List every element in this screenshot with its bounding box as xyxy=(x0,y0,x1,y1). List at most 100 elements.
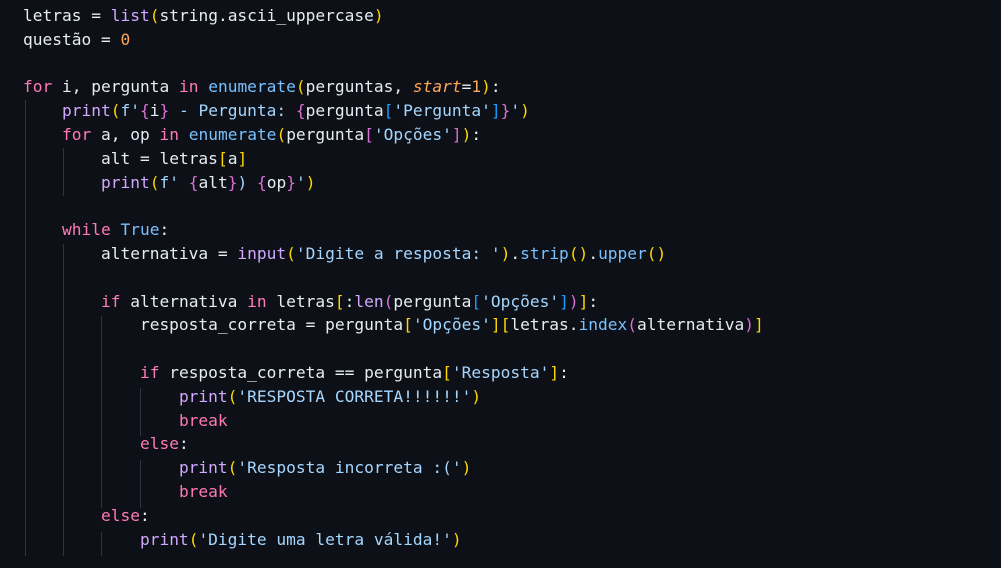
code-line[interactable]: while True: xyxy=(23,218,169,242)
code-line[interactable]: for i, pergunta in enumerate(perguntas, … xyxy=(23,75,501,99)
code-token: print xyxy=(139,529,189,549)
code-line[interactable]: resposta_correta = pergunta['Opções'][le… xyxy=(23,313,764,337)
code-token: ) xyxy=(500,244,511,263)
code-line[interactable]: questão = 0 xyxy=(23,28,130,52)
code-token: for xyxy=(23,77,53,97)
code-token: 'Resposta incorreta :(' xyxy=(237,458,462,478)
code-line[interactable]: alt = letras[a] xyxy=(23,147,247,171)
code-token: { xyxy=(188,172,199,192)
code-token: pergunta xyxy=(393,291,472,311)
code-line[interactable]: else: xyxy=(23,432,189,456)
code-token: ] xyxy=(754,315,764,335)
code-token: alternativa xyxy=(637,315,745,335)
code-line[interactable]: print(f'{i} - Pergunta: {pergunta['Pergu… xyxy=(23,99,530,123)
code-token: = xyxy=(305,315,326,335)
code-token: = xyxy=(91,6,111,25)
code-token: alt xyxy=(23,148,140,168)
code-token: string.ascii_uppercase xyxy=(159,6,374,25)
code-token: break xyxy=(178,410,228,430)
code-token: ] xyxy=(451,125,462,144)
code-token: enumerate xyxy=(188,125,277,144)
code-line[interactable]: else: xyxy=(23,504,150,528)
code-token: 'RESPOSTA CORRETA!!!!!!' xyxy=(237,386,472,406)
code-token: ) xyxy=(461,458,472,478)
code-token: : xyxy=(344,291,355,311)
code-token: () xyxy=(646,244,667,263)
code-token: ) xyxy=(461,125,472,144)
code-token: questão xyxy=(23,29,101,49)
code-token: 1 xyxy=(471,77,482,97)
code-token: alternativa xyxy=(120,291,248,311)
code-token: for xyxy=(61,125,92,144)
code-token: print xyxy=(100,172,150,192)
code-line[interactable]: print(f' {alt}) {op}') xyxy=(23,171,315,195)
code-token: len xyxy=(354,291,384,311)
code-token: ' xyxy=(295,172,306,192)
code-token: ( xyxy=(383,291,394,311)
code-line[interactable]: alternativa = input('Digite a resposta: … xyxy=(23,242,666,266)
code-token: = xyxy=(100,29,121,49)
code-token: ) xyxy=(237,172,257,192)
code-token: . xyxy=(588,244,599,263)
code-token: [ xyxy=(500,315,511,335)
code-token: : xyxy=(471,125,482,144)
code-line[interactable]: if resposta_correta == pergunta['Respost… xyxy=(23,361,569,385)
code-line[interactable]: letras = list(string.ascii_uppercase) xyxy=(23,4,384,28)
code-token: : xyxy=(159,220,170,240)
code-token: alternativa xyxy=(23,244,218,263)
code-line[interactable]: for a, op in enumerate(pergunta['Opções'… xyxy=(23,123,481,147)
code-token: } xyxy=(159,101,170,121)
code-token: ( xyxy=(286,244,296,263)
code-token: if xyxy=(139,363,160,382)
code-token: else xyxy=(139,434,179,454)
code-token: pergunta xyxy=(325,315,404,335)
code-token: ] xyxy=(490,101,501,121)
code-token: letras xyxy=(159,148,218,168)
code-token: perguntas, xyxy=(305,77,413,97)
code-line[interactable]: print('RESPOSTA CORRETA!!!!!!') xyxy=(23,385,481,409)
code-token: ] xyxy=(559,291,569,311)
code-token: ( xyxy=(110,101,121,121)
code-token: upper xyxy=(598,244,647,263)
code-line[interactable]: break xyxy=(23,480,228,504)
code-token: 'Opções' xyxy=(481,291,560,311)
code-token: ( xyxy=(227,458,238,478)
code-token: ) xyxy=(568,291,579,311)
code-token: f' xyxy=(159,172,189,192)
code-token: [ xyxy=(471,291,482,311)
code-line[interactable]: print('Digite uma letra válida!') xyxy=(23,528,462,552)
code-token: = xyxy=(461,77,472,97)
code-token: True xyxy=(120,220,160,240)
code-line[interactable]: if alternativa in letras[:len(pergunta['… xyxy=(23,290,598,314)
code-token: = xyxy=(217,244,238,263)
code-token: 'Opções' xyxy=(373,125,452,144)
code-token: == xyxy=(334,363,365,382)
code-token: list xyxy=(110,6,150,25)
code-token: ) xyxy=(471,386,482,406)
code-token: { xyxy=(256,172,267,192)
code-token: while xyxy=(61,220,111,240)
code-token: [ xyxy=(442,363,452,382)
code-token: a, op xyxy=(91,125,160,144)
code-token: ( xyxy=(188,529,199,549)
code-token: ' xyxy=(510,101,521,121)
code-token: ( xyxy=(149,172,160,192)
code-token: 'Digite a resposta: ' xyxy=(295,244,501,263)
code-token: ] xyxy=(490,315,501,335)
code-token: in xyxy=(247,291,267,311)
code-token: } xyxy=(286,172,296,192)
code-token: . xyxy=(510,244,521,263)
code-token: if xyxy=(100,291,121,311)
code-editor[interactable]: letras = list(string.ascii_uppercase) que… xyxy=(0,0,1001,568)
code-line[interactable]: break xyxy=(23,409,228,433)
code-line[interactable]: print('Resposta incorreta :(') xyxy=(23,456,471,480)
